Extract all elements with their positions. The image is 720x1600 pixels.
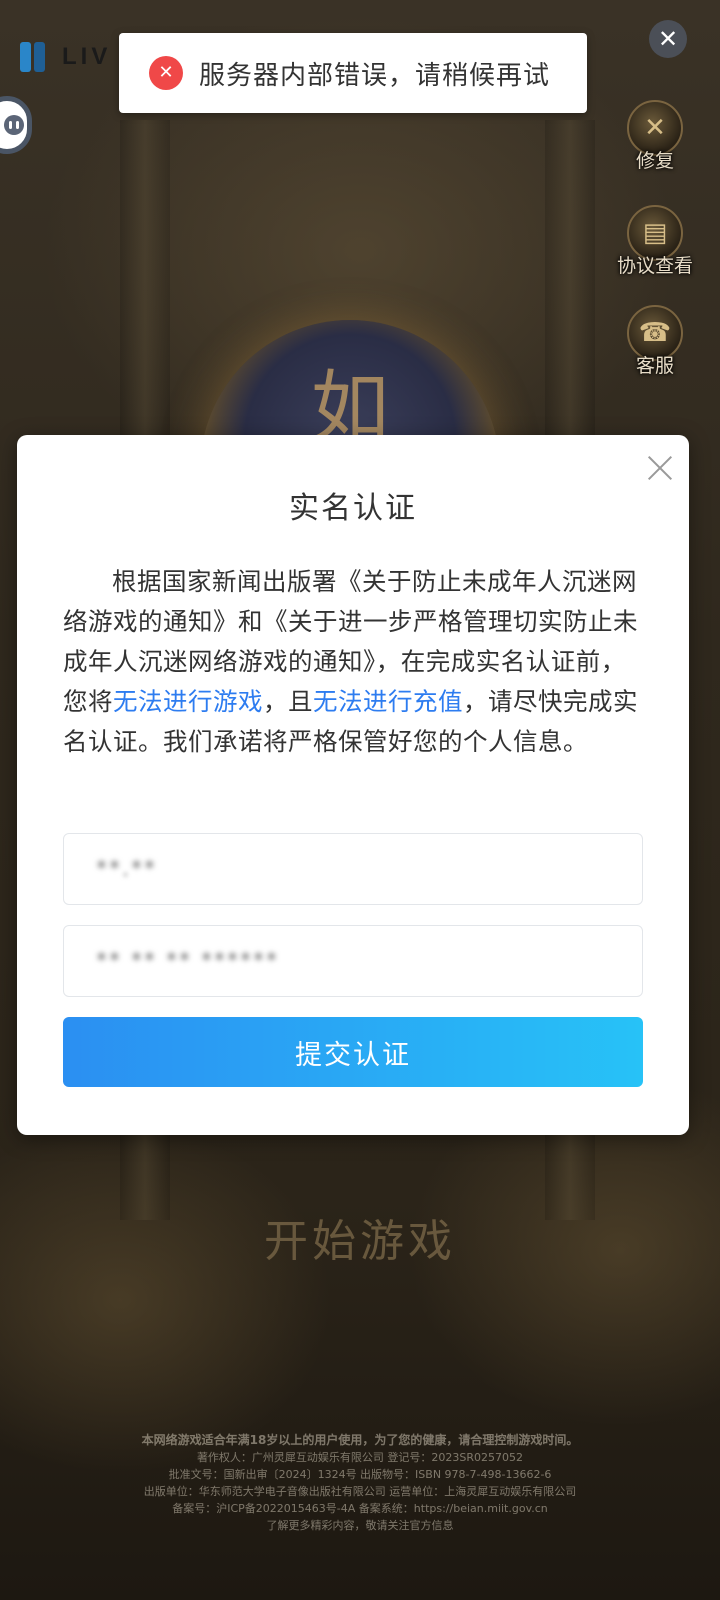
id-number-input[interactable] bbox=[96, 948, 642, 974]
side-item-label: 客服 bbox=[635, 355, 674, 377]
error-icon: ✕ bbox=[149, 56, 183, 90]
logo-mark-icon bbox=[18, 40, 48, 74]
name-field[interactable] bbox=[63, 833, 643, 905]
submit-verification-button[interactable]: 提交认证 bbox=[63, 1017, 643, 1087]
side-item-customer-service[interactable]: ☎ 客服 bbox=[612, 305, 698, 378]
app-logo: LIV bbox=[18, 40, 111, 74]
start-game-button[interactable]: 开始游戏 bbox=[200, 1205, 520, 1269]
logo-text: LIV bbox=[62, 43, 112, 70]
id-number-field[interactable] bbox=[63, 925, 643, 997]
side-item-agreement[interactable]: ▤ 协议查看 bbox=[612, 205, 698, 278]
footer-line: 著作权人：广州灵犀互动娱乐有限公司 登记号：2023SR0257052 bbox=[196, 1451, 524, 1464]
notice-highlight-no-play: 无法进行游戏 bbox=[113, 687, 263, 716]
footer-line: 备案号：沪ICP备2022015463号-4A 备案系统：https://bei… bbox=[172, 1502, 548, 1515]
footer-line: 批准文号：国新出审〔2024〕1324号 出版物号：ISBN 978-7-498… bbox=[168, 1468, 552, 1481]
footer-line: 出版单位：华东师范大学电子音像出版社有限公司 运营单位：上海灵犀互动娱乐有限公司 bbox=[143, 1485, 577, 1498]
toast-message: 服务器内部错误，请稍候再试 bbox=[199, 60, 551, 91]
side-item-repair[interactable]: ✕ 修复 bbox=[612, 100, 698, 173]
real-name-verification-dialog: 实名认证 根据国家新闻出版署《关于防止未成年人沉迷网络游戏的通知》和《关于进一步… bbox=[17, 435, 689, 1135]
footer-line: 本网络游戏适合年满18岁以上的用户使用，为了您的健康，请合理控制游戏时间。 bbox=[141, 1433, 579, 1447]
dialog-title: 实名认证 bbox=[289, 491, 417, 526]
name-input[interactable] bbox=[96, 856, 642, 882]
footer-line: 了解更多精彩内容，敬请关注官方信息 bbox=[266, 1519, 454, 1532]
notice-text: ，且 bbox=[263, 687, 313, 716]
dialog-notice-text: 根据国家新闻出版署《关于防止未成年人沉迷网络游戏的通知》和《关于进一步严格管理切… bbox=[63, 562, 645, 762]
error-toast: ✕ 服务器内部错误，请稍候再试 bbox=[119, 33, 587, 113]
close-icon[interactable] bbox=[644, 452, 676, 484]
side-item-label: 协议查看 bbox=[616, 255, 693, 277]
footer-notice: 本网络游戏适合年满18岁以上的用户使用，为了您的健康，请合理控制游戏时间。 著作… bbox=[40, 1432, 680, 1534]
notice-highlight-no-recharge: 无法进行充值 bbox=[313, 687, 463, 716]
assistant-face-icon bbox=[4, 115, 24, 135]
close-icon[interactable]: ✕ bbox=[649, 20, 687, 58]
side-item-label: 修复 bbox=[635, 150, 674, 172]
